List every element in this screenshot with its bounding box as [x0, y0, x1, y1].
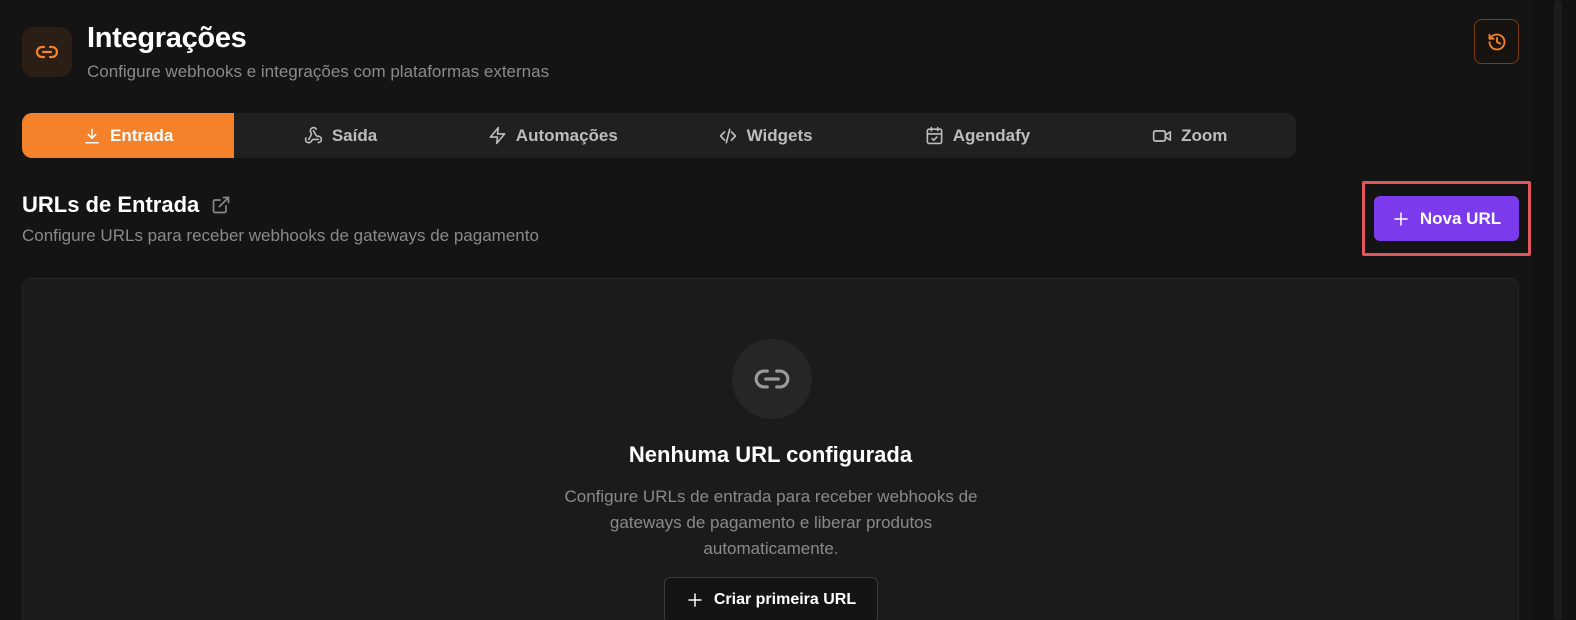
- new-url-button[interactable]: Nova URL: [1374, 196, 1519, 241]
- integration-tabs: Entrada Saída Automações Widgets Agendaf…: [22, 113, 1296, 158]
- section-subtitle: Configure URLs para receber webhooks de …: [22, 226, 539, 245]
- tab-label: Widgets: [746, 125, 813, 145]
- new-url-button-label: Nova URL: [1419, 208, 1502, 228]
- tab-entrada[interactable]: Entrada: [22, 113, 235, 158]
- scrollbar-track[interactable]: [1532, 0, 1576, 620]
- calendar-check-icon: [926, 126, 943, 145]
- webhook-icon: [304, 126, 322, 144]
- page-subtitle: Configure webhooks e integrações com pla…: [87, 62, 550, 81]
- empty-state-description: Configure URLs de entrada para receber w…: [564, 487, 978, 558]
- download-icon: [85, 128, 99, 143]
- link-icon: [754, 369, 790, 389]
- plus-icon: [688, 593, 702, 607]
- empty-state-icon: [732, 339, 812, 419]
- external-link-icon[interactable]: [211, 195, 231, 215]
- section-title-text: URLs de Entrada: [22, 192, 200, 217]
- tab-agendafy[interactable]: Agendafy: [871, 113, 1083, 158]
- tab-automacoes[interactable]: Automações: [447, 113, 659, 158]
- tab-label: Zoom: [1181, 125, 1228, 145]
- section-title: URLs de Entrada: [22, 192, 231, 218]
- scrollbar-thumb[interactable]: [1554, 0, 1562, 620]
- page-title: Integrações: [87, 22, 247, 54]
- tab-label: Agendafy: [952, 125, 1031, 145]
- code-icon: [719, 128, 736, 143]
- zap-icon: [489, 126, 506, 145]
- video-icon: [1152, 129, 1172, 142]
- tab-label: Saída: [331, 125, 378, 145]
- create-first-url-label: Criar primeira URL: [713, 591, 857, 608]
- plus-icon: [1394, 211, 1408, 226]
- tab-saida[interactable]: Saída: [234, 113, 446, 158]
- tab-label: Automações: [515, 125, 618, 145]
- empty-state-title: Nenhuma URL configurada: [628, 442, 913, 467]
- integrations-page: Integrações Configure webhooks e integra…: [0, 0, 1576, 620]
- history-icon: [1488, 33, 1505, 50]
- empty-state-card: Nenhuma URL configurada Configure URLs d…: [22, 278, 1519, 620]
- link-icon: [22, 27, 72, 77]
- history-button[interactable]: [1474, 19, 1519, 64]
- create-first-url-button[interactable]: Criar primeira URL: [664, 577, 878, 620]
- tab-label: Entrada: [110, 125, 174, 145]
- tab-zoom[interactable]: Zoom: [1084, 113, 1296, 158]
- tab-widgets[interactable]: Widgets: [659, 113, 871, 158]
